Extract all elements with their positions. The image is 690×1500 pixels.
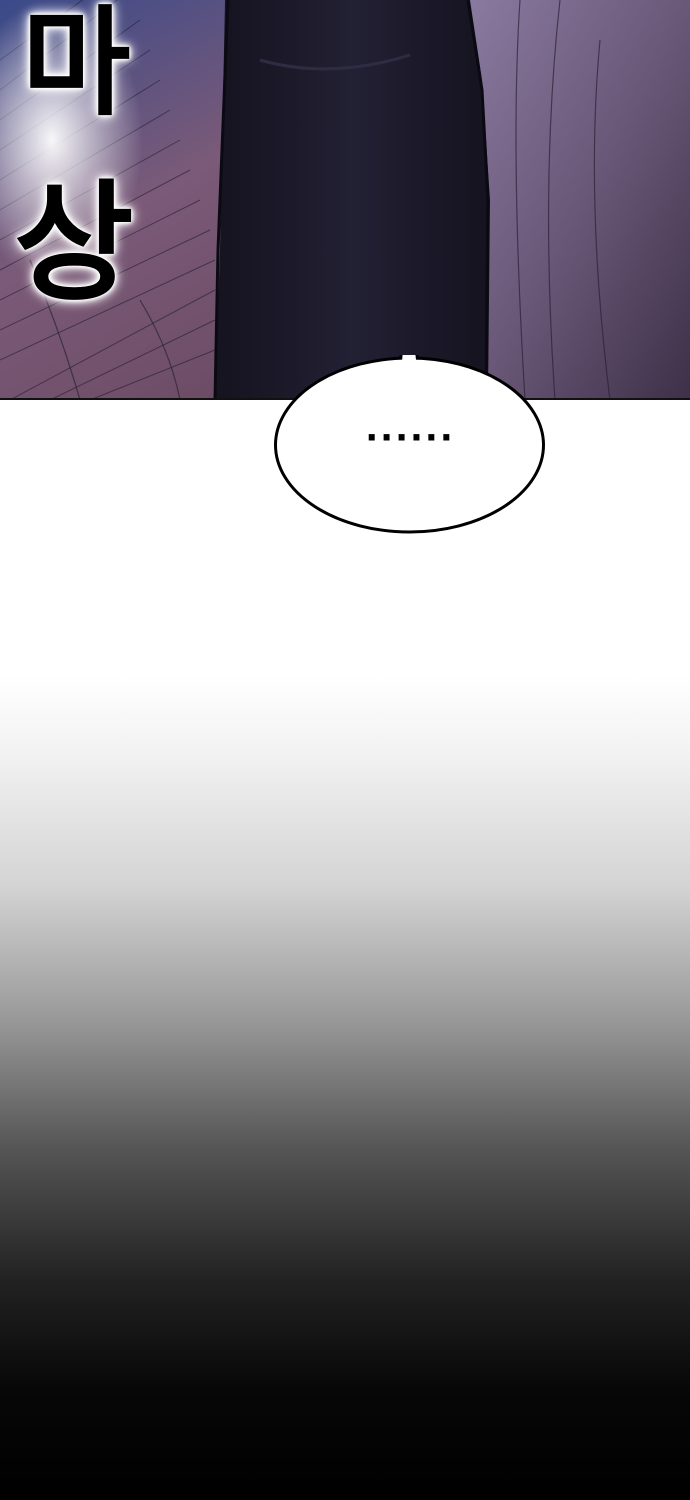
sfx-char-2: 상: [14, 167, 134, 319]
comic-panel-top: 마 상: [0, 0, 690, 400]
dark-coat: [215, 0, 490, 398]
gradient-fade-panel: [0, 402, 690, 1500]
speech-bubble-text: ······: [365, 418, 455, 458]
sound-effect-text: 마 상: [0, 0, 200, 398]
sfx-char-1: 마: [22, 0, 131, 132]
right-fabric: [470, 0, 690, 398]
